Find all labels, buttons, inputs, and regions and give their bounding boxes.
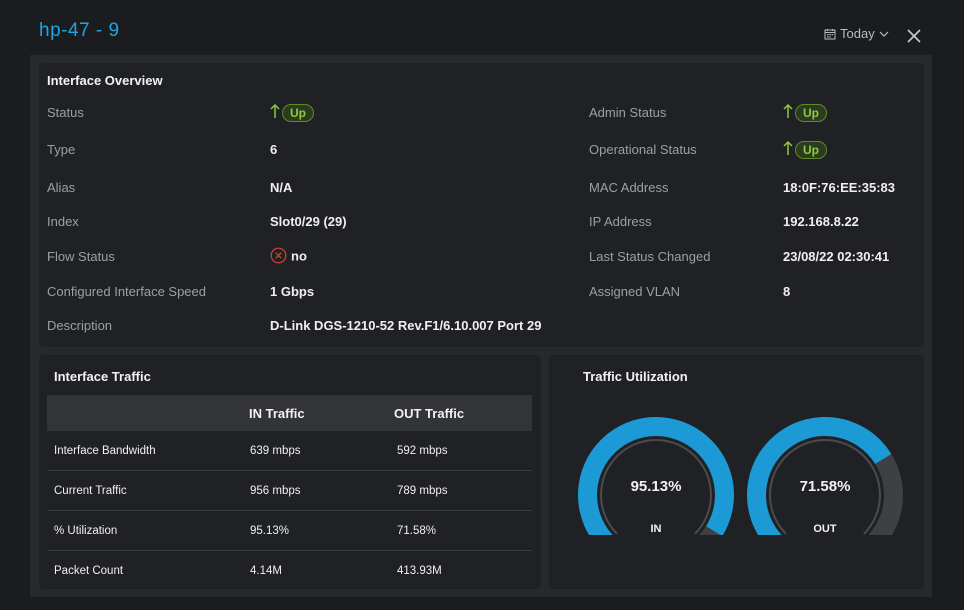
table-cell: % Utilization — [54, 524, 118, 537]
arrow-up-icon — [783, 140, 793, 159]
type-value: 6 — [270, 142, 278, 157]
assigned-vlan-label: Assigned VLAN — [589, 284, 681, 299]
alias-label: Alias — [47, 180, 76, 195]
table-cell: 789 mbps — [397, 484, 448, 497]
assigned-vlan-value: 8 — [783, 284, 791, 299]
in-gauge-label: IN — [650, 523, 662, 535]
table-cell: 592 mbps — [397, 444, 448, 457]
traffic-title: Interface Traffic — [54, 369, 151, 384]
date-range-dropdown[interactable]: Today — [824, 26, 889, 41]
arrow-up-icon — [270, 103, 280, 122]
last-status-changed-value: 23/08/22 02:30:41 — [783, 249, 890, 264]
table-cell: 956 mbps — [250, 484, 301, 497]
table-header-in: IN Traffic — [249, 405, 305, 421]
status-value: Up — [270, 103, 314, 122]
mac-address-value: 18:0F:76:EE:35:83 — [783, 180, 895, 195]
mac-address-label: MAC Address — [589, 180, 669, 195]
index-label: Index — [47, 214, 79, 229]
flow-status-value: no — [270, 247, 307, 267]
out-gauge-label: OUT — [813, 523, 837, 535]
interface-traffic-card: Interface Traffic IN Traffic OUT Traffic… — [39, 355, 541, 589]
table-row: % Utilization 95.13% 71.58% — [47, 511, 532, 551]
table-header-out: OUT Traffic — [394, 405, 465, 421]
status-badge: Up — [282, 103, 314, 122]
speed-value: 1 Gbps — [270, 284, 315, 299]
circle-x-icon — [270, 247, 287, 267]
table-cell: 413.93M — [397, 565, 442, 577]
table-cell: Packet Count — [54, 565, 124, 577]
utilization-title: Traffic Utilization — [583, 369, 688, 384]
table-row: Interface Bandwidth 639 mbps 592 mbps — [47, 431, 532, 471]
chevron-down-icon — [879, 30, 889, 38]
status-label: Status — [47, 105, 84, 120]
description-label: Description — [47, 318, 113, 333]
out-gauge-svg — [747, 416, 903, 535]
admin-status-badge: Up — [795, 103, 827, 122]
interface-overview-card: Interface Overview Status Up Type 6 Alia… — [39, 63, 924, 347]
page-title: hp-47 - 9 — [39, 20, 120, 41]
traffic-table: IN Traffic OUT Traffic Interface Bandwid… — [47, 395, 532, 591]
index-value: Slot0/29 (29) — [270, 214, 347, 229]
table-row: Current Traffic 956 mbps 789 mbps — [47, 471, 532, 511]
admin-status-value: Up — [783, 103, 827, 122]
alias-value: N/A — [270, 180, 293, 195]
admin-status-label: Admin Status — [589, 105, 667, 120]
table-cell: 4.14M — [250, 565, 282, 577]
out-gauge-fill — [747, 417, 892, 535]
flow-status-label: Flow Status — [47, 249, 115, 264]
table-cell: Current Traffic — [54, 484, 127, 497]
date-range-label: Today — [840, 26, 875, 41]
table-cell: Interface Bandwidth — [54, 444, 156, 457]
ip-address-label: IP Address — [589, 214, 652, 229]
type-label: Type — [47, 142, 76, 157]
table-cell: 639 mbps — [250, 444, 301, 457]
table-cell: 95.13% — [250, 524, 290, 537]
speed-label: Configured Interface Speed — [47, 284, 206, 299]
flow-status-text: no — [291, 248, 307, 264]
description-value: D-Link DGS-1210-52 Rev.F1/6.10.007 Port … — [270, 318, 542, 333]
in-gauge-fill — [578, 417, 734, 535]
close-icon[interactable] — [905, 27, 923, 45]
table-row: Packet Count 4.14M 413.93M — [47, 551, 532, 591]
traffic-utilization-card: Traffic Utilization 95.13% IN 71.58% OUT — [549, 355, 924, 589]
calendar-icon — [824, 28, 836, 40]
table-header: IN Traffic OUT Traffic — [47, 395, 532, 431]
in-gauge: 95.13% IN — [576, 415, 736, 535]
operational-status-badge: Up — [795, 140, 827, 159]
arrow-up-icon — [783, 103, 793, 122]
in-gauge-percent: 95.13% — [630, 478, 682, 495]
table-cell: 71.58% — [397, 524, 437, 537]
last-status-changed-label: Last Status Changed — [589, 249, 711, 264]
out-gauge-percent: 71.58% — [799, 478, 851, 495]
ip-address-value: 192.168.8.22 — [783, 214, 859, 229]
operational-status-value: Up — [783, 140, 827, 159]
out-gauge: 71.58% OUT — [745, 415, 905, 535]
in-gauge-svg — [578, 416, 734, 535]
overview-title: Interface Overview — [47, 73, 163, 88]
operational-status-label: Operational Status — [589, 142, 697, 157]
